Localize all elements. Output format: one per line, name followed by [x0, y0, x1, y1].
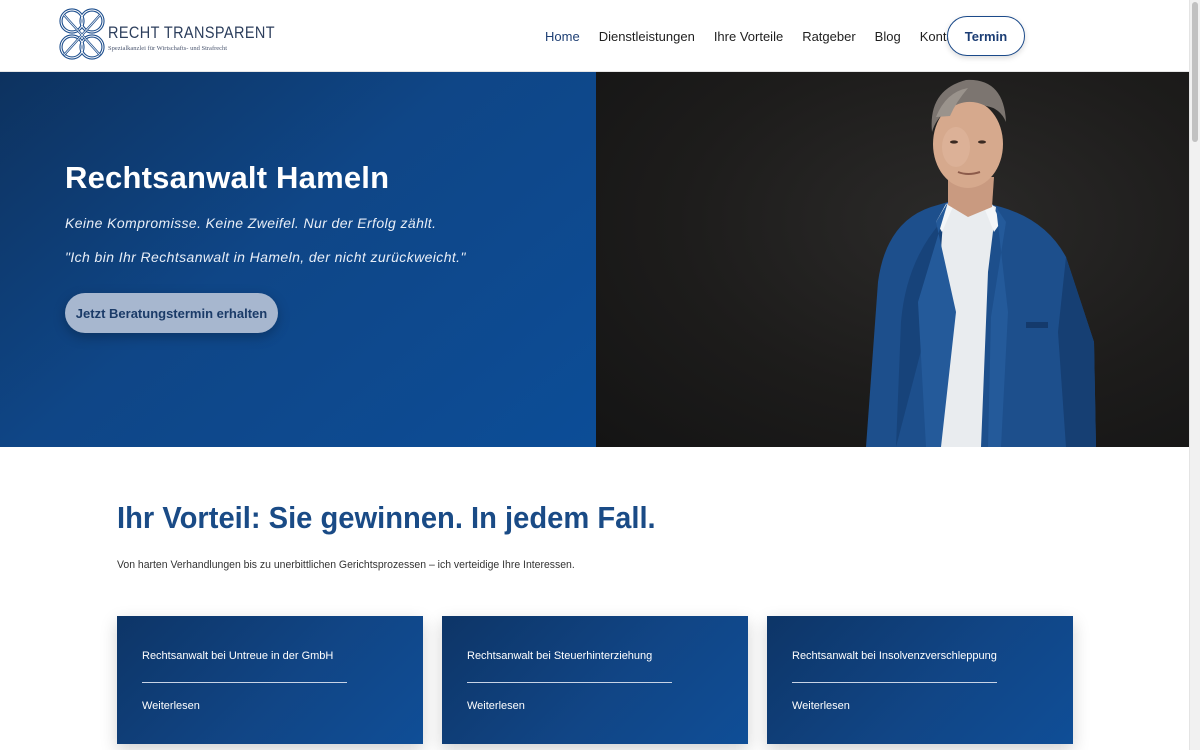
beratungstermin-button[interactable]: Jetzt Beratungstermin erhalten	[65, 293, 278, 333]
card-title: Rechtsanwalt bei Insolvenzverschleppung	[792, 650, 997, 662]
page: RECHT TRANSPARENT Spezialkanzlei für Wir…	[0, 0, 1200, 750]
nav-item-dienstleistungen[interactable]: Dienstleistungen	[599, 29, 695, 44]
nav-item-ihre-vorteile[interactable]: Ihre Vorteile	[714, 29, 783, 44]
hero-tagline: Keine Kompromisse. Keine Zweifel. Nur de…	[65, 215, 437, 231]
weiterlesen-link[interactable]: Weiterlesen	[792, 700, 850, 712]
service-card-untreue[interactable]: Rechtsanwalt bei Untreue in der GmbH Wei…	[117, 616, 423, 744]
card-divider	[792, 682, 997, 683]
main-nav: Home Dienstleistungen Ihre Vorteile Ratg…	[537, 0, 983, 72]
brand-name: RECHT TRANSPARENT	[108, 22, 276, 42]
service-card-insolvenzverschleppung[interactable]: Rechtsanwalt bei Insolvenzverschleppung …	[767, 616, 1073, 744]
benefits-subtitle: Von harten Verhandlungen bis zu unerbitt…	[117, 559, 575, 571]
termin-button[interactable]: Termin	[947, 16, 1025, 56]
scrollbar-thumb[interactable]	[1192, 2, 1198, 142]
lawyer-portrait-image	[596, 72, 1189, 447]
weiterlesen-link[interactable]: Weiterlesen	[142, 700, 200, 712]
card-title: Rechtsanwalt bei Untreue in der GmbH	[142, 650, 334, 662]
hero-quote: "Ich bin Ihr Rechtsanwalt in Hameln, der…	[65, 249, 466, 265]
nav-item-home[interactable]: Home	[545, 29, 580, 44]
hero-title: Rechtsanwalt Hameln	[65, 160, 390, 195]
card-divider	[142, 682, 347, 683]
nav-item-blog[interactable]: Blog	[875, 29, 901, 44]
lawyer-portrait-icon	[866, 79, 1096, 447]
nav-item-ratgeber[interactable]: Ratgeber	[802, 29, 855, 44]
hero-section: Rechtsanwalt Hameln Keine Kompromisse. K…	[0, 72, 1189, 447]
card-divider	[467, 682, 672, 683]
brand-logo[interactable]: RECHT TRANSPARENT Spezialkanzlei für Wir…	[58, 7, 304, 63]
brand-tagline: Spezialkanzlei für Wirtschafts- und Stra…	[108, 44, 228, 52]
interlaced-knot-logo-icon	[59, 8, 105, 60]
benefits-title: Ihr Vorteil: Sie gewinnen. In jedem Fall…	[117, 500, 656, 535]
weiterlesen-link[interactable]: Weiterlesen	[467, 700, 525, 712]
hero-panel: Rechtsanwalt Hameln Keine Kompromisse. K…	[0, 72, 596, 447]
site-header: RECHT TRANSPARENT Spezialkanzlei für Wir…	[0, 0, 1189, 72]
card-title: Rechtsanwalt bei Steuerhinterziehung	[467, 650, 653, 662]
service-card-steuerhinterziehung[interactable]: Rechtsanwalt bei Steuerhinterziehung Wei…	[442, 616, 748, 744]
page-scrollbar[interactable]	[1189, 0, 1200, 750]
